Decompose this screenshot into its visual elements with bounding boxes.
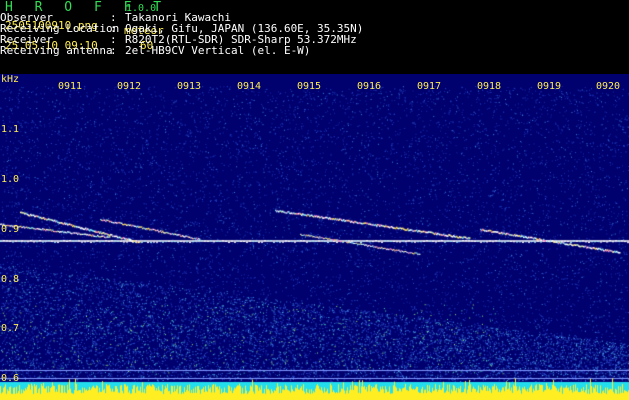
y-tick-label: 1.0 <box>1 174 20 185</box>
x-tick-label: 0919 <box>537 81 562 92</box>
y-tick-label: 0.6 <box>1 373 20 384</box>
y-tick-label: 0.9 <box>1 224 20 235</box>
x-tick-label: 0918 <box>477 81 502 92</box>
spectrogram-canvas <box>0 74 629 400</box>
y-tick-label: 0.8 <box>1 274 20 285</box>
x-tick-label: 0916 <box>357 81 382 92</box>
x-tick-label: 0913 <box>177 81 202 92</box>
x-tick-label: 0915 <box>297 81 322 92</box>
x-tick-label: 0917 <box>417 81 442 92</box>
info-row-antenna: Receiving antenna:2el-HB9CV Vertical (el… <box>0 44 311 57</box>
x-tick-label: 0914 <box>237 81 262 92</box>
x-tick-label: 0911 <box>58 81 83 92</box>
x-tick-label: 0912 <box>117 81 142 92</box>
y-unit-label: kHz <box>1 74 20 85</box>
y-tick-label: 0.7 <box>1 323 20 334</box>
y-tick-label: 1.1 <box>1 124 20 135</box>
x-tick-label: 0920 <box>596 81 621 92</box>
header-panel: H R O F F T 1.0.0 2505100910.png meteor … <box>0 0 629 74</box>
